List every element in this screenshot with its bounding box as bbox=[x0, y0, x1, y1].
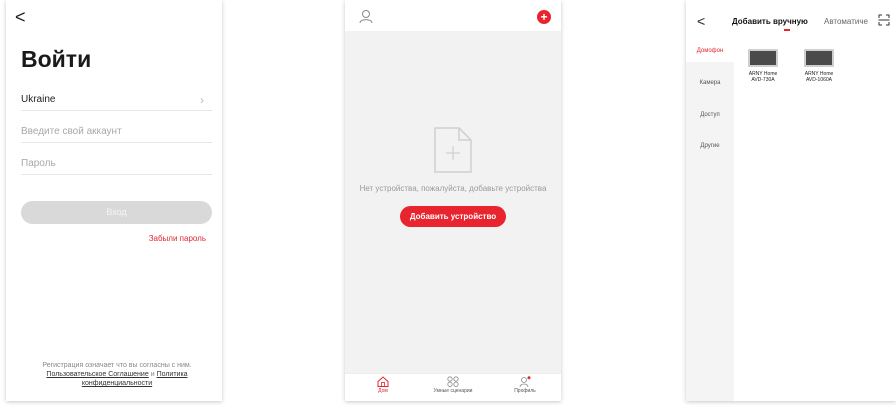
terms-notice: Регистрация означает что вы согласны с н… bbox=[18, 361, 216, 388]
category-sidebar: Домофон Камера Доступ Другие bbox=[686, 40, 734, 401]
forgot-password-link[interactable]: Забыли пароль bbox=[149, 234, 206, 243]
bottom-tab-bar: Дом Умные сценарии Профиль bbox=[345, 373, 561, 401]
empty-state-text: Нет устройства, пожалуйста, добавьте уст… bbox=[359, 184, 547, 193]
back-button[interactable]: < bbox=[15, 8, 26, 26]
profile-icon bbox=[519, 376, 531, 387]
add-icon[interactable]: + bbox=[537, 10, 551, 24]
password-field[interactable]: Пароль bbox=[21, 154, 212, 175]
scan-icon[interactable] bbox=[878, 14, 890, 26]
tab-home[interactable]: Дом bbox=[353, 376, 413, 394]
login-button[interactable]: Вход bbox=[21, 201, 212, 224]
tab-smart-scenes[interactable]: Умные сценарии bbox=[423, 376, 483, 394]
device-model: AVD-730A bbox=[751, 77, 775, 83]
device-item[interactable]: ARNY Home AVD-730A bbox=[743, 49, 783, 83]
intercom-monitor-icon bbox=[804, 49, 834, 67]
device-model: AVD-1060A bbox=[805, 77, 833, 83]
home-icon bbox=[377, 376, 389, 387]
home-screen: + Нет устройства, пожалуйста, добавьте у… bbox=[345, 0, 561, 401]
intercom-monitor-icon bbox=[748, 49, 778, 67]
tab-smart-scenes-label: Умные сценарии bbox=[433, 388, 473, 394]
category-intercom[interactable]: Домофон bbox=[686, 40, 734, 62]
tab-profile[interactable]: Профиль bbox=[495, 376, 555, 394]
user-agreement-link[interactable]: Пользовательское Соглашение bbox=[46, 371, 148, 378]
device-item[interactable]: ARNY Home AVD-1060A bbox=[799, 49, 839, 83]
user-icon[interactable] bbox=[359, 9, 373, 23]
tab-automatic[interactable]: Автоматиче bbox=[824, 17, 868, 26]
page-title: Войти bbox=[21, 46, 92, 72]
add-device-screen: < Добавить вручную Автоматиче Домофон Ка… bbox=[686, 0, 896, 401]
country-value: Ukraine bbox=[21, 94, 56, 105]
active-tab-indicator bbox=[784, 29, 790, 31]
tab-add-manually[interactable]: Добавить вручную bbox=[732, 17, 808, 26]
category-other[interactable]: Другие bbox=[686, 143, 734, 149]
terms-text: Регистрация означает что вы согласны с н… bbox=[42, 362, 192, 369]
top-bar: + bbox=[345, 0, 561, 31]
tab-home-label: Дом bbox=[378, 388, 388, 394]
category-access[interactable]: Доступ bbox=[686, 112, 734, 118]
terms-and: и bbox=[150, 371, 155, 378]
account-field[interactable]: Введите свой аккаунт bbox=[21, 122, 212, 143]
add-device-button[interactable]: Добавить устройство bbox=[400, 206, 506, 227]
tab-profile-label: Профиль bbox=[514, 388, 536, 394]
login-screen: < Войти Ukraine › Введите свой аккаунт П… bbox=[6, 0, 222, 401]
empty-document-icon bbox=[434, 127, 472, 173]
country-selector[interactable]: Ukraine › bbox=[21, 90, 212, 111]
chevron-right-icon: › bbox=[200, 93, 204, 107]
back-button[interactable]: < bbox=[697, 14, 705, 28]
grid-icon bbox=[447, 376, 459, 387]
category-camera[interactable]: Камера bbox=[686, 80, 734, 86]
